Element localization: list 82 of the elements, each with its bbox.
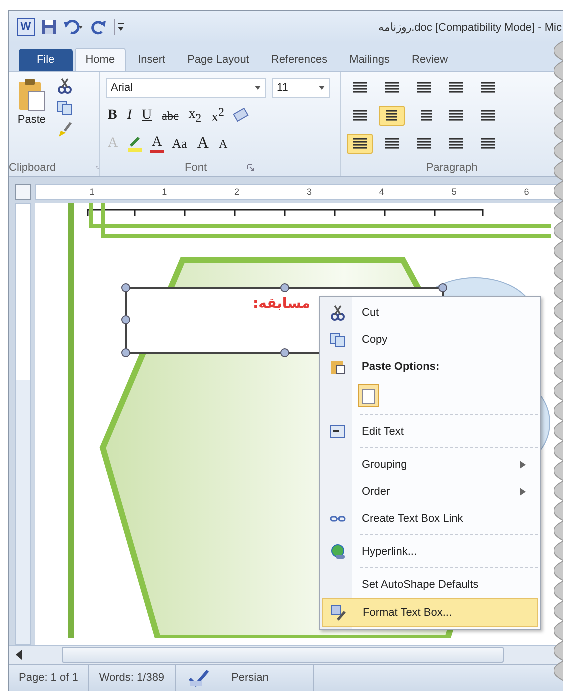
lines-icon xyxy=(351,81,369,95)
menu-item[interactable]: Copy xyxy=(322,326,538,353)
lines-icon xyxy=(479,137,497,151)
menu-item[interactable]: Format Text Box... xyxy=(322,598,538,627)
format-button[interactable]: U xyxy=(140,108,154,124)
scissors-icon xyxy=(330,304,346,320)
format-button[interactable]: abc xyxy=(160,108,181,124)
launcher-icon[interactable] xyxy=(247,164,255,172)
ribbon-tab[interactable]: File xyxy=(19,49,73,71)
paragraph-button[interactable] xyxy=(347,134,373,154)
format-button[interactable]: B xyxy=(106,108,120,124)
lines-icon xyxy=(351,137,369,151)
menu-item[interactable]: Hyperlink... xyxy=(322,538,538,565)
copy-icon[interactable] xyxy=(57,100,73,116)
word-logo: W xyxy=(17,18,35,36)
highlighter-icon[interactable] xyxy=(126,135,144,153)
ruler-number: 2 xyxy=(234,187,240,197)
ribbon-tab[interactable]: Mailings xyxy=(340,49,400,71)
horizontal-scrollbar[interactable] xyxy=(9,645,563,664)
ribbon-tab[interactable]: Page Layout xyxy=(178,49,260,71)
menu-item[interactable]: Grouping xyxy=(322,451,538,478)
paste-option-icon[interactable] xyxy=(358,384,380,408)
text-box-content[interactable]: مسابقه: xyxy=(253,296,311,312)
text-box-icon xyxy=(330,424,346,440)
ruler-number: 1 xyxy=(90,187,95,197)
format-button[interactable]: A xyxy=(150,136,164,152)
format-button[interactable]: A xyxy=(195,135,211,153)
format-icon xyxy=(331,604,347,620)
font-name-field[interactable]: Arial xyxy=(106,78,266,98)
lines-icon xyxy=(447,137,465,151)
ribbon-tab[interactable]: Review xyxy=(402,49,458,71)
page-count[interactable]: Page: 1 of 1 xyxy=(9,665,90,691)
ruler-number: 5 xyxy=(452,187,457,197)
format-button[interactable]: I xyxy=(125,108,134,124)
ruler-number: 3 xyxy=(306,187,312,197)
font-size-field[interactable]: 11 xyxy=(272,78,330,98)
paste-button[interactable]: Paste xyxy=(15,76,49,156)
group-label: Font xyxy=(184,162,207,174)
save-icon[interactable] xyxy=(41,19,57,35)
lines-icon xyxy=(351,109,369,123)
lines-icon xyxy=(415,137,433,151)
lines-icon xyxy=(383,137,401,151)
tab-selector[interactable] xyxy=(15,184,31,200)
menu-item[interactable]: Edit Text xyxy=(322,418,538,445)
ribbon-tab[interactable]: Insert xyxy=(128,49,176,71)
menu-item[interactable]: Cut xyxy=(322,299,538,326)
scroll-thumb[interactable] xyxy=(62,647,504,663)
ruler-number: 4 xyxy=(379,187,384,197)
menu-item[interactable]: Set AutoShape Defaults xyxy=(322,571,538,598)
undo-icon[interactable] xyxy=(63,19,85,35)
lines-icon xyxy=(383,81,401,95)
word-count[interactable]: Words: 1/389 xyxy=(89,665,176,691)
ribbon-tab[interactable]: Home xyxy=(74,48,126,71)
clipboard-icon xyxy=(330,358,346,374)
format-button[interactable]: Aa xyxy=(170,136,190,152)
paragraph-button[interactable] xyxy=(379,106,405,126)
format-button[interactable]: x$^{2}$ xyxy=(210,106,226,126)
group-label: Paragraph xyxy=(426,162,478,174)
lines-icon xyxy=(479,81,497,95)
menu-heading: Paste Options: xyxy=(322,353,538,380)
lines-icon xyxy=(447,81,465,95)
lines-icon xyxy=(479,109,497,123)
menu-item[interactable]: Create Text Box Link xyxy=(322,505,538,532)
language-indicator[interactable]: Persian xyxy=(222,665,314,691)
brush-icon[interactable] xyxy=(57,122,73,138)
window-title: روزنامه.doc [Compatibility Mode] - Mic xyxy=(378,20,562,34)
copy-icon xyxy=(330,332,346,348)
format-button[interactable]: A xyxy=(216,136,230,152)
ruler-number: 6 xyxy=(524,187,530,197)
format-button[interactable]: x$_{2}$ xyxy=(186,107,204,125)
scissors-icon[interactable] xyxy=(57,78,73,94)
ruler-number: 1 xyxy=(162,187,168,197)
globe-icon xyxy=(330,544,346,560)
ribbon-tab[interactable]: References xyxy=(261,49,338,71)
customize-icon[interactable] xyxy=(113,19,125,35)
clipboard-icon xyxy=(17,78,47,112)
menu-item[interactable]: Order xyxy=(322,478,538,505)
lines-icon xyxy=(447,109,465,123)
lines-icon xyxy=(415,81,433,95)
redo-icon[interactable] xyxy=(91,19,107,35)
proofing-icon[interactable] xyxy=(188,669,210,687)
group-label: Clipboard xyxy=(9,162,56,174)
